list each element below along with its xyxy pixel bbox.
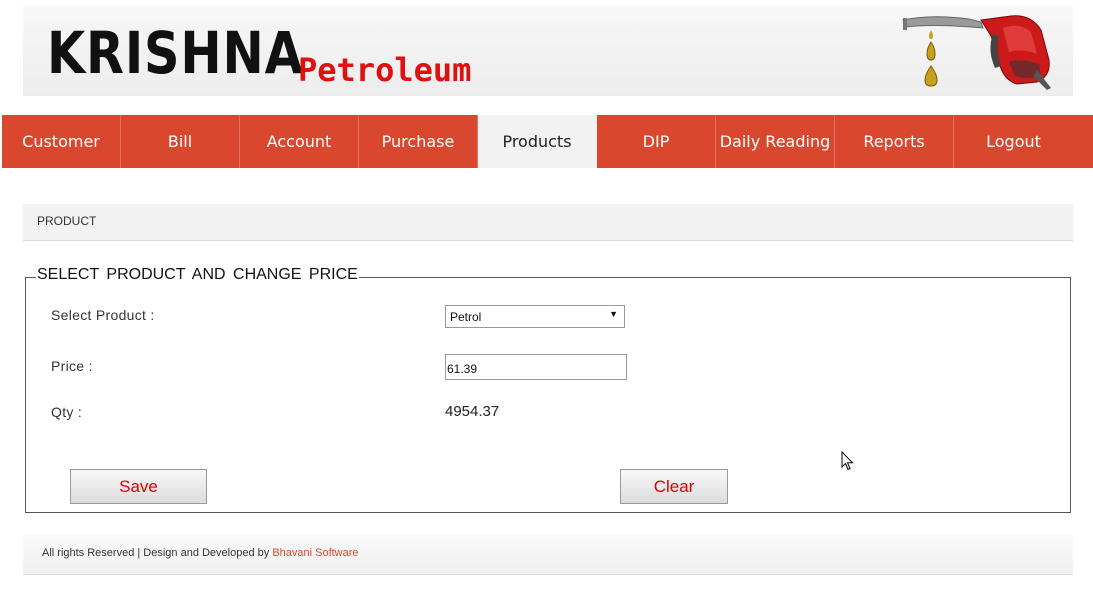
fieldset-legend: SELECT PRODUCT AND CHANGE PRICE: [36, 266, 359, 284]
brand-subtitle: Petroleum: [298, 51, 472, 89]
nav-account[interactable]: Account: [240, 115, 359, 168]
site-footer: All rights Reserved | Design and Develop…: [23, 534, 1073, 575]
fuel-nozzle-icon: [902, 15, 1051, 90]
price-label: Price :: [51, 358, 93, 374]
dropdown-arrow-icon: ▼: [609, 309, 618, 319]
brand-name: KRISHNA: [47, 19, 304, 87]
footer-copyright: All rights Reserved | Design and Develop…: [42, 547, 273, 559]
site-header: KRISHNA Petroleum: [23, 6, 1073, 96]
product-select-value: Petrol: [450, 310, 482, 324]
footer-text: All rights Reserved | Design and Develop…: [42, 547, 359, 559]
product-select[interactable]: Petrol ▼: [445, 305, 625, 328]
select-product-label: Select Product :: [51, 307, 155, 323]
main-navigation: Customer Bill Account Purchase Products …: [2, 115, 1093, 168]
save-button[interactable]: Save: [70, 469, 207, 504]
qty-label: Qty :: [51, 404, 83, 420]
breadcrumb: PRODUCT: [23, 204, 1073, 241]
nav-customer[interactable]: Customer: [2, 115, 121, 168]
clear-button[interactable]: Clear: [620, 469, 728, 504]
breadcrumb-label: PRODUCT: [37, 214, 97, 228]
footer-developer-link[interactable]: Bhavani Software: [272, 547, 358, 559]
nav-products[interactable]: Products: [478, 115, 597, 168]
nav-logout[interactable]: Logout: [954, 115, 1073, 168]
mouse-cursor-icon: [841, 451, 854, 471]
nav-bill[interactable]: Bill: [121, 115, 240, 168]
nav-reports[interactable]: Reports: [835, 115, 954, 168]
qty-value: 4954.37: [445, 403, 500, 420]
nav-dip[interactable]: DIP: [597, 115, 716, 168]
nav-daily-reading[interactable]: Daily Reading: [716, 115, 835, 168]
price-input[interactable]: 61.39: [445, 354, 627, 380]
nav-purchase[interactable]: Purchase: [359, 115, 478, 168]
